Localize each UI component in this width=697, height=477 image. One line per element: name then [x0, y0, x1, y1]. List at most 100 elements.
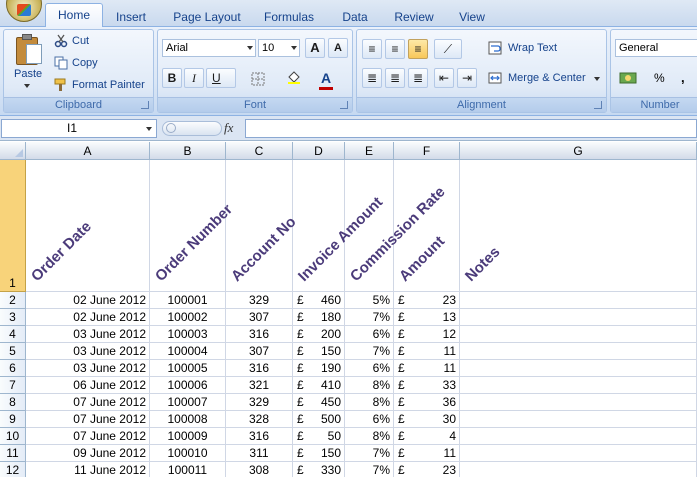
order-number-cell[interactable]: 100003 [150, 326, 226, 343]
column-header-g[interactable]: G [460, 142, 697, 160]
account-no-cell[interactable]: 329 [226, 394, 293, 411]
notes-cell[interactable] [460, 309, 697, 326]
wrap-text-button[interactable]: Wrap Text [508, 42, 557, 54]
font-size-select[interactable]: 10 [258, 39, 300, 57]
orientation-icon[interactable]: ⟋ [434, 39, 462, 59]
order-date-cell[interactable]: 11 June 2012 [26, 462, 150, 477]
chevron-down-icon[interactable] [146, 127, 152, 131]
amount-cell[interactable]: 12 £ [394, 326, 460, 343]
amount-cell[interactable]: 11 £ [394, 445, 460, 462]
row-header[interactable]: 8 [0, 394, 26, 411]
order-date-cell[interactable]: 02 June 2012 [26, 309, 150, 326]
italic-button[interactable]: I [184, 68, 204, 88]
copy-button[interactable]: Copy [72, 57, 98, 69]
fill-color-icon[interactable] [287, 70, 301, 84]
order-date-cell[interactable]: 03 June 2012 [26, 343, 150, 360]
order-date-cell[interactable]: 07 June 2012 [26, 394, 150, 411]
percent-button[interactable]: % [654, 71, 665, 85]
commission-rate-cell[interactable]: 7% [345, 343, 394, 360]
notes-cell[interactable] [460, 411, 697, 428]
account-no-cell[interactable]: 307 [226, 309, 293, 326]
font-launcher-icon[interactable] [340, 101, 348, 109]
row-header[interactable]: 10 [0, 428, 26, 445]
paste-button[interactable]: Paste [14, 68, 42, 80]
paste-icon[interactable] [16, 34, 44, 66]
order-number-cell[interactable]: 100008 [150, 411, 226, 428]
underline-button[interactable]: U [206, 68, 236, 88]
amount-cell[interactable]: 13 £ [394, 309, 460, 326]
scissors-icon[interactable] [54, 34, 68, 48]
paste-dropdown-icon[interactable] [24, 84, 30, 88]
merge-center-button[interactable]: Merge & Center [508, 72, 586, 84]
row-header[interactable]: 2 [0, 292, 26, 309]
column-header-f[interactable]: F [394, 142, 460, 160]
row-header[interactable]: 4 [0, 326, 26, 343]
row-header[interactable]: 5 [0, 343, 26, 360]
align-center-icon[interactable]: ≣ [385, 68, 405, 88]
invoice-amount-cell[interactable]: 500 £ [293, 411, 345, 428]
amount-cell[interactable]: 11 £ [394, 343, 460, 360]
commission-rate-cell[interactable]: 7% [345, 309, 394, 326]
account-no-cell[interactable]: 311 [226, 445, 293, 462]
order-number-cell[interactable]: 100004 [150, 343, 226, 360]
cut-button[interactable]: Cut [72, 35, 89, 47]
grow-font-button[interactable]: A [305, 38, 325, 58]
amount-cell[interactable]: 23 £ [394, 462, 460, 477]
invoice-amount-cell[interactable]: 150 £ [293, 445, 345, 462]
tab-review[interactable]: Review [388, 7, 440, 27]
account-no-cell[interactable]: 307 [226, 343, 293, 360]
order-number-cell[interactable]: 100010 [150, 445, 226, 462]
tab-insert[interactable]: Insert [108, 7, 154, 27]
commission-rate-cell[interactable]: 6% [345, 326, 394, 343]
shrink-font-button[interactable]: A [328, 38, 348, 58]
notes-cell[interactable] [460, 292, 697, 309]
merge-center-icon[interactable] [488, 71, 502, 85]
commission-rate-cell[interactable]: 7% [345, 445, 394, 462]
tab-page-layout[interactable]: Page Layout [166, 7, 248, 27]
commission-rate-cell[interactable]: 5% [345, 292, 394, 309]
amount-cell[interactable]: 33 £ [394, 377, 460, 394]
order-number-cell[interactable]: 100001 [150, 292, 226, 309]
account-no-cell[interactable]: 328 [226, 411, 293, 428]
amount-cell[interactable]: 36 £ [394, 394, 460, 411]
currency-format-icon[interactable] [619, 71, 637, 85]
invoice-amount-cell[interactable]: 180 £ [293, 309, 345, 326]
notes-cell[interactable] [460, 326, 697, 343]
tab-home[interactable]: Home [45, 3, 103, 28]
invoice-amount-cell[interactable]: 460 £ [293, 292, 345, 309]
font-family-select[interactable]: Arial [162, 39, 256, 57]
column-header-a[interactable]: A [26, 142, 150, 160]
amount-cell[interactable]: 23 £ [394, 292, 460, 309]
account-no-cell[interactable]: 329 [226, 292, 293, 309]
column-header-d[interactable]: D [293, 142, 345, 160]
notes-cell[interactable] [460, 428, 697, 445]
account-no-cell[interactable]: 316 [226, 326, 293, 343]
office-button[interactable] [6, 0, 42, 22]
format-painter-button[interactable]: Format Painter [72, 79, 145, 91]
invoice-amount-cell[interactable]: 50 £ [293, 428, 345, 445]
order-date-cell[interactable]: 07 June 2012 [26, 411, 150, 428]
order-date-cell[interactable]: 03 June 2012 [26, 326, 150, 343]
middle-align-icon[interactable]: ≡ [385, 39, 405, 59]
align-left-icon[interactable]: ≣ [362, 68, 382, 88]
header-cell-g[interactable] [460, 160, 697, 292]
column-header-b[interactable]: B [150, 142, 226, 160]
select-all-button[interactable] [0, 142, 26, 160]
commission-rate-cell[interactable]: 8% [345, 428, 394, 445]
row-header[interactable]: 12 [0, 462, 26, 477]
account-no-cell[interactable]: 321 [226, 377, 293, 394]
order-number-cell[interactable]: 100009 [150, 428, 226, 445]
row-header[interactable]: 6 [0, 360, 26, 377]
row-header[interactable]: 11 [0, 445, 26, 462]
bold-button[interactable]: B [162, 68, 182, 88]
account-no-cell[interactable]: 316 [226, 428, 293, 445]
order-date-cell[interactable]: 07 June 2012 [26, 428, 150, 445]
invoice-amount-cell[interactable]: 150 £ [293, 343, 345, 360]
number-format-select[interactable]: General [615, 39, 697, 57]
order-date-cell[interactable]: 06 June 2012 [26, 377, 150, 394]
borders-icon[interactable] [251, 72, 265, 86]
row-header-1[interactable]: 1 [0, 160, 26, 292]
commission-rate-cell[interactable]: 6% [345, 360, 394, 377]
order-number-cell[interactable]: 100005 [150, 360, 226, 377]
order-number-cell[interactable]: 100002 [150, 309, 226, 326]
